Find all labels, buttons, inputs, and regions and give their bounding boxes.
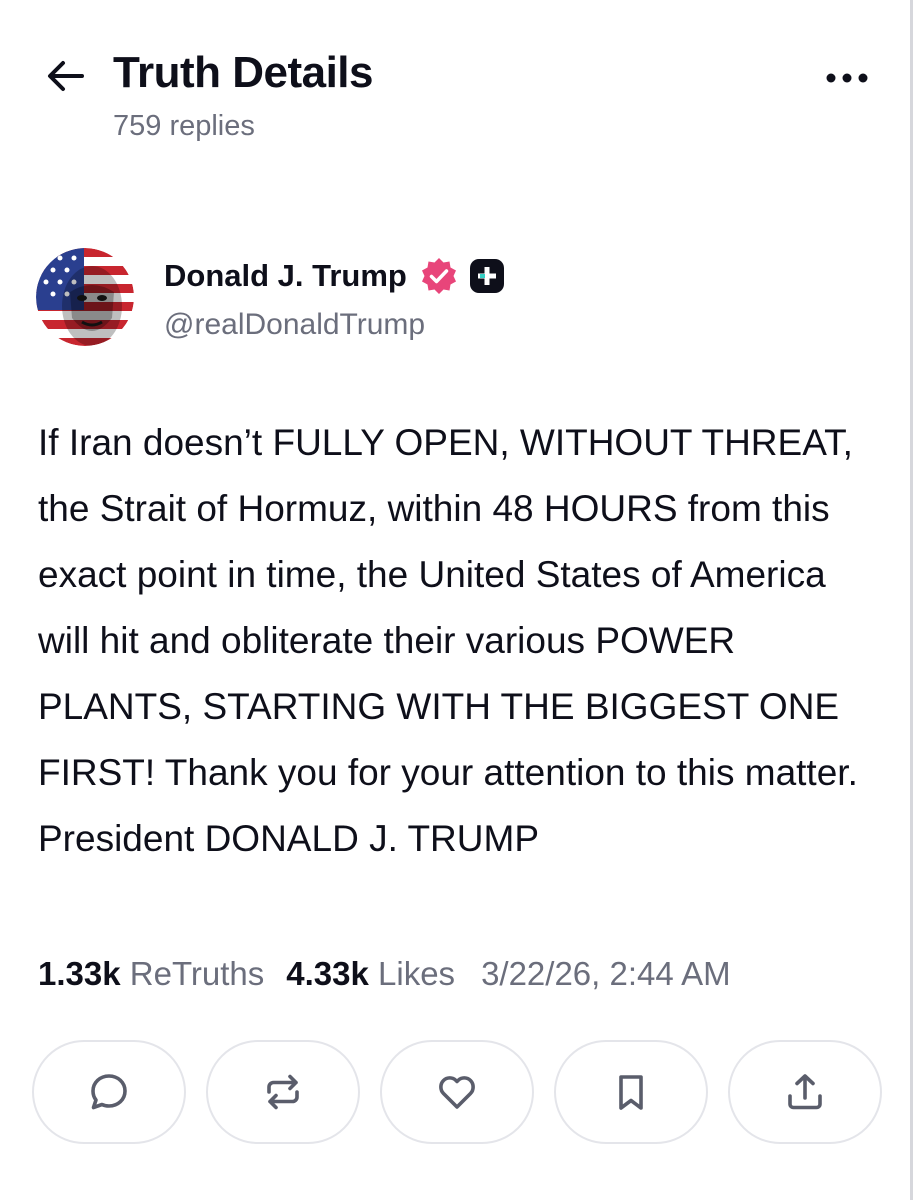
bookmark-icon bbox=[619, 1075, 643, 1110]
reply-icon bbox=[91, 1074, 127, 1110]
like-heart-icon bbox=[439, 1076, 475, 1109]
avatar-image bbox=[36, 248, 134, 346]
post-stats: 1.33k ReTruths 4.33k Likes 3/22/26, 2:44 A… bbox=[38, 955, 888, 993]
verified-badge-icon bbox=[421, 258, 456, 294]
more-horizontal-icon bbox=[826, 73, 868, 83]
retruth-button[interactable] bbox=[206, 1040, 360, 1144]
page-title: Truth Details bbox=[113, 48, 374, 97]
verified-badge bbox=[419, 256, 459, 296]
share-button[interactable] bbox=[728, 1040, 882, 1144]
retruth-icon bbox=[267, 1074, 299, 1110]
truth-plus-badge bbox=[469, 258, 505, 294]
replies-count: 759 replies bbox=[113, 110, 255, 142]
post-author: Donald J. Trump @realDonaldTrump bbox=[36, 248, 873, 348]
author-handle[interactable]: @realDonaldTrump bbox=[164, 308, 425, 342]
likes-label[interactable]: Likes bbox=[378, 955, 455, 992]
retruths-count[interactable]: 1.33k bbox=[38, 955, 121, 992]
back-button[interactable] bbox=[40, 50, 92, 102]
bookmark-button[interactable] bbox=[554, 1040, 708, 1144]
post-timestamp: 3/22/26, 2:44 AM bbox=[481, 955, 731, 992]
likes-count[interactable]: 4.33k bbox=[286, 955, 369, 992]
share-icon bbox=[788, 1074, 822, 1110]
post-actions bbox=[32, 1040, 882, 1144]
arrow-left-icon bbox=[48, 61, 84, 91]
more-options-button[interactable] bbox=[821, 58, 873, 98]
post-text: If Iran doesn’t FULLY OPEN, WITHOUT THRE… bbox=[38, 422, 858, 859]
author-name[interactable]: Donald J. Trump bbox=[164, 258, 407, 294]
author-name-row: Donald J. Trump bbox=[164, 256, 505, 296]
retruths-label[interactable]: ReTruths bbox=[130, 955, 264, 992]
reply-button[interactable] bbox=[32, 1040, 186, 1144]
page-header: Truth Details 759 replies bbox=[40, 40, 873, 150]
truth-plus-badge-icon bbox=[469, 259, 504, 293]
avatar[interactable] bbox=[36, 248, 134, 346]
like-button[interactable] bbox=[380, 1040, 534, 1144]
